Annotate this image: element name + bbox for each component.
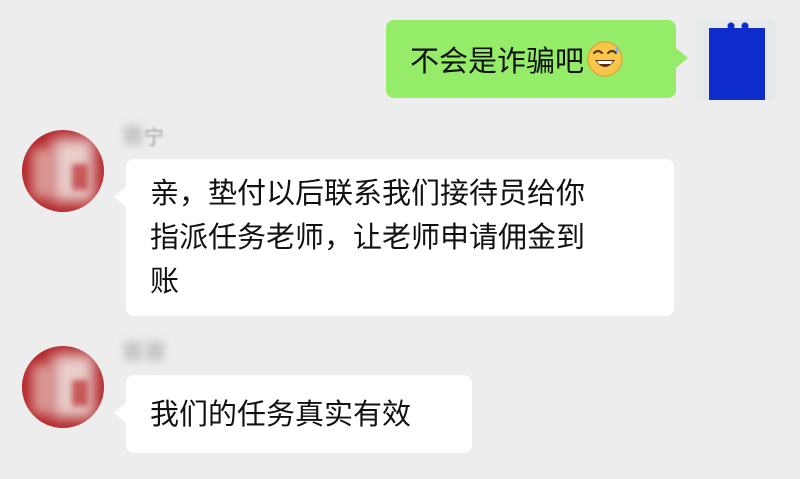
contact-avatar[interactable]: [22, 346, 104, 428]
contact-nickname: 宁: [124, 120, 164, 150]
message-line: 指派任务老师，让老师申请佣金到: [150, 220, 586, 254]
message-line: 亲，垫付以后联系我们接待员给你: [150, 176, 586, 210]
nickname-blurred-part: [124, 125, 142, 145]
message-text: 我们的任务真实有效: [150, 397, 412, 431]
contact-message-bubble[interactable]: 我们的任务真实有效: [114, 375, 472, 453]
contact-avatar[interactable]: [22, 130, 104, 212]
self-avatar[interactable]: [697, 20, 777, 100]
nickname-blurred-part: [146, 341, 164, 361]
nickname-blurred-part: [124, 341, 142, 361]
contact-message-bubble[interactable]: 亲，垫付以后联系我们接待员给你 指派任务老师，让老师申请佣金到 账: [114, 159, 674, 316]
message-line: 账: [150, 264, 180, 298]
self-message-bubble[interactable]: 不会是诈骗吧: [386, 20, 688, 98]
avatar-image: [709, 28, 765, 100]
nickname-visible-char: 宁: [144, 124, 164, 149]
message-text: 不会是诈骗吧: [410, 44, 585, 78]
sweat-smile-emoji-icon: [586, 40, 624, 78]
contact-nickname: [124, 336, 164, 366]
